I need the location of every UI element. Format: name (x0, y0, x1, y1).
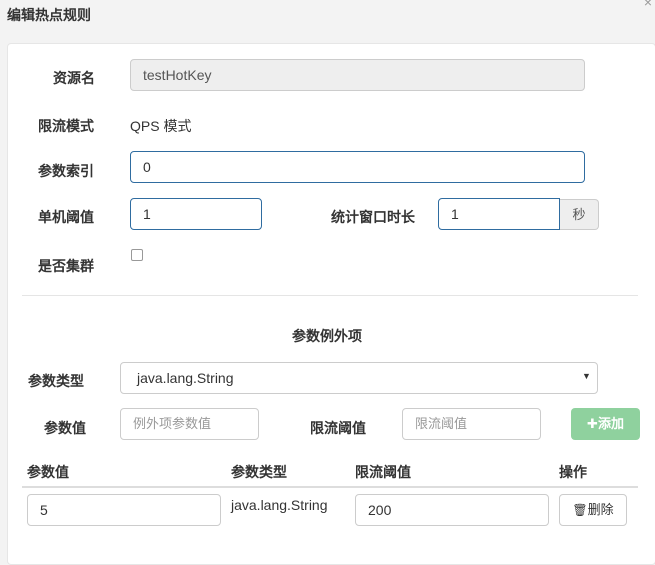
param-index-label: 参数索引 (38, 163, 94, 179)
row-value-input[interactable]: 5 (27, 494, 221, 526)
add-button[interactable]: ✚添加 (571, 408, 640, 440)
mode-label: 限流模式 (38, 118, 94, 134)
window-input[interactable]: 1 (438, 198, 560, 230)
param-type-selected: java.lang.String (137, 370, 234, 386)
table-header-limit: 限流阈值 (355, 464, 411, 480)
trash-icon: 🗑 (572, 503, 588, 517)
add-button-label: 添加 (597, 416, 624, 431)
exceptions-section-title: 参数例外项 (292, 328, 362, 344)
plus-icon: ✚ (587, 416, 598, 431)
limit-input[interactable]: 限流阈值 (402, 408, 541, 440)
window-unit-addon: 秒 (560, 199, 599, 230)
delete-button[interactable]: 🗑删除 (559, 494, 627, 526)
table-header-divider (22, 486, 638, 488)
delete-button-label: 删除 (587, 502, 614, 517)
resource-label: 资源名 (53, 70, 95, 86)
limit-label: 限流阈值 (310, 420, 366, 436)
threshold-input[interactable]: 1 (130, 198, 262, 230)
param-type-select[interactable]: java.lang.String (120, 362, 598, 394)
close-icon[interactable]: × (641, 0, 655, 10)
row-type-text: java.lang.String (231, 497, 328, 513)
table-header-value: 参数值 (27, 464, 69, 480)
chevron-down-icon: ▼ (582, 371, 591, 381)
resource-name-input: testHotKey (130, 59, 585, 91)
window-label: 统计窗口时长 (331, 209, 415, 225)
cluster-checkbox[interactable] (131, 249, 143, 261)
param-value-input[interactable]: 例外项参数值 (120, 408, 259, 440)
cluster-label: 是否集群 (38, 258, 94, 274)
divider (22, 295, 638, 296)
row-limit-input[interactable]: 200 (355, 494, 549, 526)
param-type-label: 参数类型 (28, 373, 84, 389)
dialog-title: 编辑热点规则 (7, 7, 91, 23)
param-index-input[interactable]: 0 (130, 151, 585, 183)
table-header-action: 操作 (559, 464, 587, 480)
param-value-label: 参数值 (44, 420, 86, 436)
table-header-type: 参数类型 (231, 464, 287, 480)
threshold-label: 单机阈值 (38, 209, 94, 225)
mode-value: QPS 模式 (130, 118, 192, 134)
